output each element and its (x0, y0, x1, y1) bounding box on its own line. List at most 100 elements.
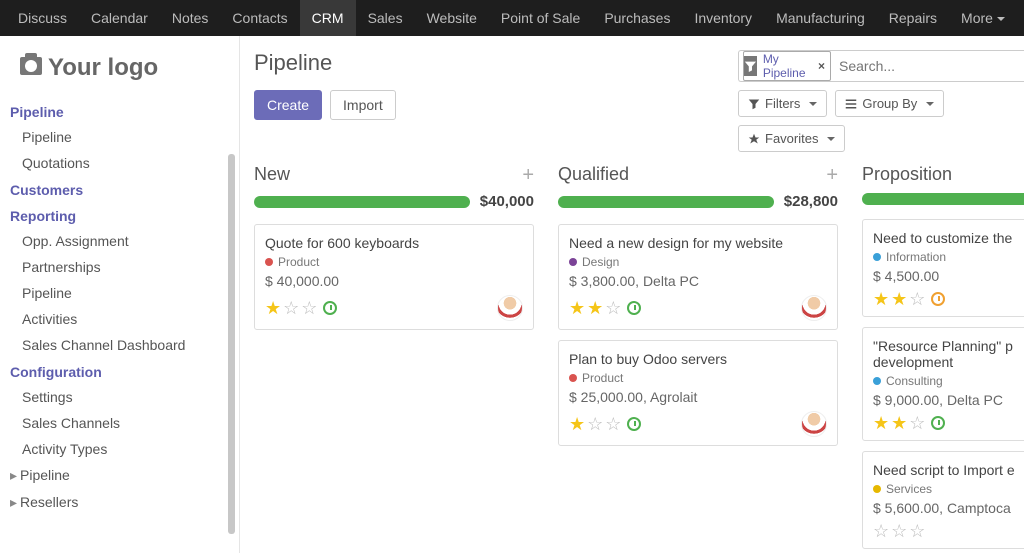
sidebar-item-exp-pipeline[interactable]: Pipeline (0, 462, 239, 489)
star-icon[interactable]: ☆ (891, 522, 907, 540)
sidebar-header-pipeline[interactable]: Pipeline (0, 98, 239, 124)
card-price: $ 4,500.00 (873, 268, 1024, 284)
clock-icon[interactable] (931, 416, 945, 430)
nav-pos[interactable]: Point of Sale (489, 0, 592, 36)
sidebar-scrollbar[interactable] (228, 94, 235, 547)
kanban-card[interactable]: Need a new design for my website Design … (558, 224, 838, 330)
avatar[interactable] (801, 411, 827, 437)
card-tag: Consulting (886, 374, 943, 388)
clock-icon[interactable] (323, 301, 337, 315)
sidebar-item-activity-types[interactable]: Activity Types (0, 436, 239, 462)
priority-stars: ★★☆ (873, 414, 945, 432)
nav-calendar[interactable]: Calendar (79, 0, 160, 36)
kanban-card[interactable]: Plan to buy Odoo servers Product $ 25,00… (558, 340, 838, 446)
card-title: Quote for 600 keyboards (265, 235, 523, 251)
priority-stars: ★☆☆ (569, 415, 641, 433)
sidebar-item-opp-assignment[interactable]: Opp. Assignment (0, 228, 239, 254)
chevron-down-icon (809, 102, 817, 106)
nav-more[interactable]: More (949, 0, 1017, 36)
star-icon[interactable]: ☆ (909, 414, 925, 432)
card-tag: Product (278, 255, 319, 269)
clock-icon[interactable] (931, 292, 945, 306)
avatar[interactable] (801, 295, 827, 321)
nav-notes[interactable]: Notes (160, 0, 221, 36)
sidebar-item-sales-channels[interactable]: Sales Channels (0, 410, 239, 436)
search-facet: My Pipeline × (743, 51, 831, 81)
search-input[interactable] (835, 58, 1024, 74)
nav-crm[interactable]: CRM (300, 0, 356, 36)
nav-contacts[interactable]: Contacts (220, 0, 299, 36)
star-icon[interactable]: ☆ (283, 299, 299, 317)
tag-dot-icon (569, 374, 577, 382)
kanban-card[interactable]: Quote for 600 keyboards Product $ 40,000… (254, 224, 534, 330)
card-title: Plan to buy Odoo servers (569, 351, 827, 367)
sidebar-header-configuration[interactable]: Configuration (0, 358, 239, 384)
nav-repairs[interactable]: Repairs (877, 0, 949, 36)
priority-stars: ★☆☆ (265, 299, 337, 317)
add-card-button[interactable]: + (826, 165, 838, 185)
create-button[interactable]: Create (254, 90, 322, 120)
star-icon[interactable]: ★ (569, 299, 585, 317)
chevron-down-icon (926, 102, 934, 106)
kanban-column: New+$40,000 Quote for 600 keyboards Prod… (254, 164, 534, 553)
funnel-icon (744, 56, 757, 76)
sidebar-item-sales-channel-dashboard[interactable]: Sales Channel Dashboard (0, 332, 239, 358)
star-icon[interactable]: ☆ (909, 290, 925, 308)
priority-stars: ★★☆ (873, 290, 945, 308)
nav-manufacturing[interactable]: Manufacturing (764, 0, 877, 36)
star-icon[interactable]: ☆ (873, 522, 889, 540)
star-icon[interactable]: ★ (265, 299, 281, 317)
groupby-button[interactable]: Group By (835, 90, 944, 117)
star-icon[interactable]: ☆ (909, 522, 925, 540)
nav-discuss[interactable]: Discuss (6, 0, 79, 36)
star-icon[interactable]: ★ (587, 299, 603, 317)
clock-icon[interactable] (627, 301, 641, 315)
add-card-button[interactable]: + (522, 165, 534, 185)
star-icon[interactable]: ★ (873, 414, 889, 432)
sidebar-item-report-pipeline[interactable]: Pipeline (0, 280, 239, 306)
kanban-card[interactable]: Need to customize the Information $ 4,50… (862, 219, 1024, 317)
star-icon[interactable]: ★ (569, 415, 585, 433)
star-icon[interactable]: ☆ (605, 415, 621, 433)
kanban-card[interactable]: Need script to Import e Services $ 5,600… (862, 451, 1024, 549)
card-price: $ 3,800.00, Delta PC (569, 273, 827, 289)
sidebar-item-exp-resellers[interactable]: Resellers (0, 489, 239, 516)
column-total: $28,800 (784, 193, 838, 210)
star-icon[interactable]: ★ (891, 290, 907, 308)
nav-sales[interactable]: Sales (356, 0, 415, 36)
chevron-down-icon (827, 137, 835, 141)
sidebar-item-activities[interactable]: Activities (0, 306, 239, 332)
sidebar-item-pipeline[interactable]: Pipeline (0, 124, 239, 150)
star-icon[interactable]: ☆ (301, 299, 317, 317)
filters-button[interactable]: Filters (738, 90, 827, 117)
facet-remove[interactable]: × (813, 59, 830, 73)
sidebar-item-partnerships[interactable]: Partnerships (0, 254, 239, 280)
clock-icon[interactable] (627, 417, 641, 431)
card-price: $ 25,000.00, Agrolait (569, 389, 827, 405)
star-icon[interactable]: ★ (891, 414, 907, 432)
kanban-board: New+$40,000 Quote for 600 keyboards Prod… (254, 164, 1024, 553)
nav-purchases[interactable]: Purchases (592, 0, 682, 36)
sidebar-item-settings[interactable]: Settings (0, 384, 239, 410)
sidebar-header-customers[interactable]: Customers (0, 176, 239, 202)
search-box[interactable]: My Pipeline × (738, 50, 1024, 82)
logo: Your logo (0, 36, 239, 94)
import-button[interactable]: Import (330, 90, 396, 120)
sidebar: Your logo Pipeline Pipeline Quotations C… (0, 36, 240, 553)
sidebar-item-quotations[interactable]: Quotations (0, 150, 239, 176)
camera-icon (20, 57, 42, 75)
star-icon[interactable]: ★ (873, 290, 889, 308)
nav-website[interactable]: Website (415, 0, 489, 36)
nav-inventory[interactable]: Inventory (682, 0, 764, 36)
kanban-card[interactable]: "Resource Planning" pdevelopment Consult… (862, 327, 1024, 441)
favorites-button[interactable]: Favorites (738, 125, 845, 152)
groupby-label: Group By (862, 96, 917, 111)
tag-dot-icon (569, 258, 577, 266)
sidebar-header-reporting[interactable]: Reporting (0, 202, 239, 228)
card-price: $ 9,000.00, Delta PC (873, 392, 1024, 408)
progress-bar (254, 196, 470, 208)
column-title: Proposition (862, 164, 952, 185)
star-icon[interactable]: ☆ (587, 415, 603, 433)
star-icon[interactable]: ☆ (605, 299, 621, 317)
avatar[interactable] (497, 295, 523, 321)
